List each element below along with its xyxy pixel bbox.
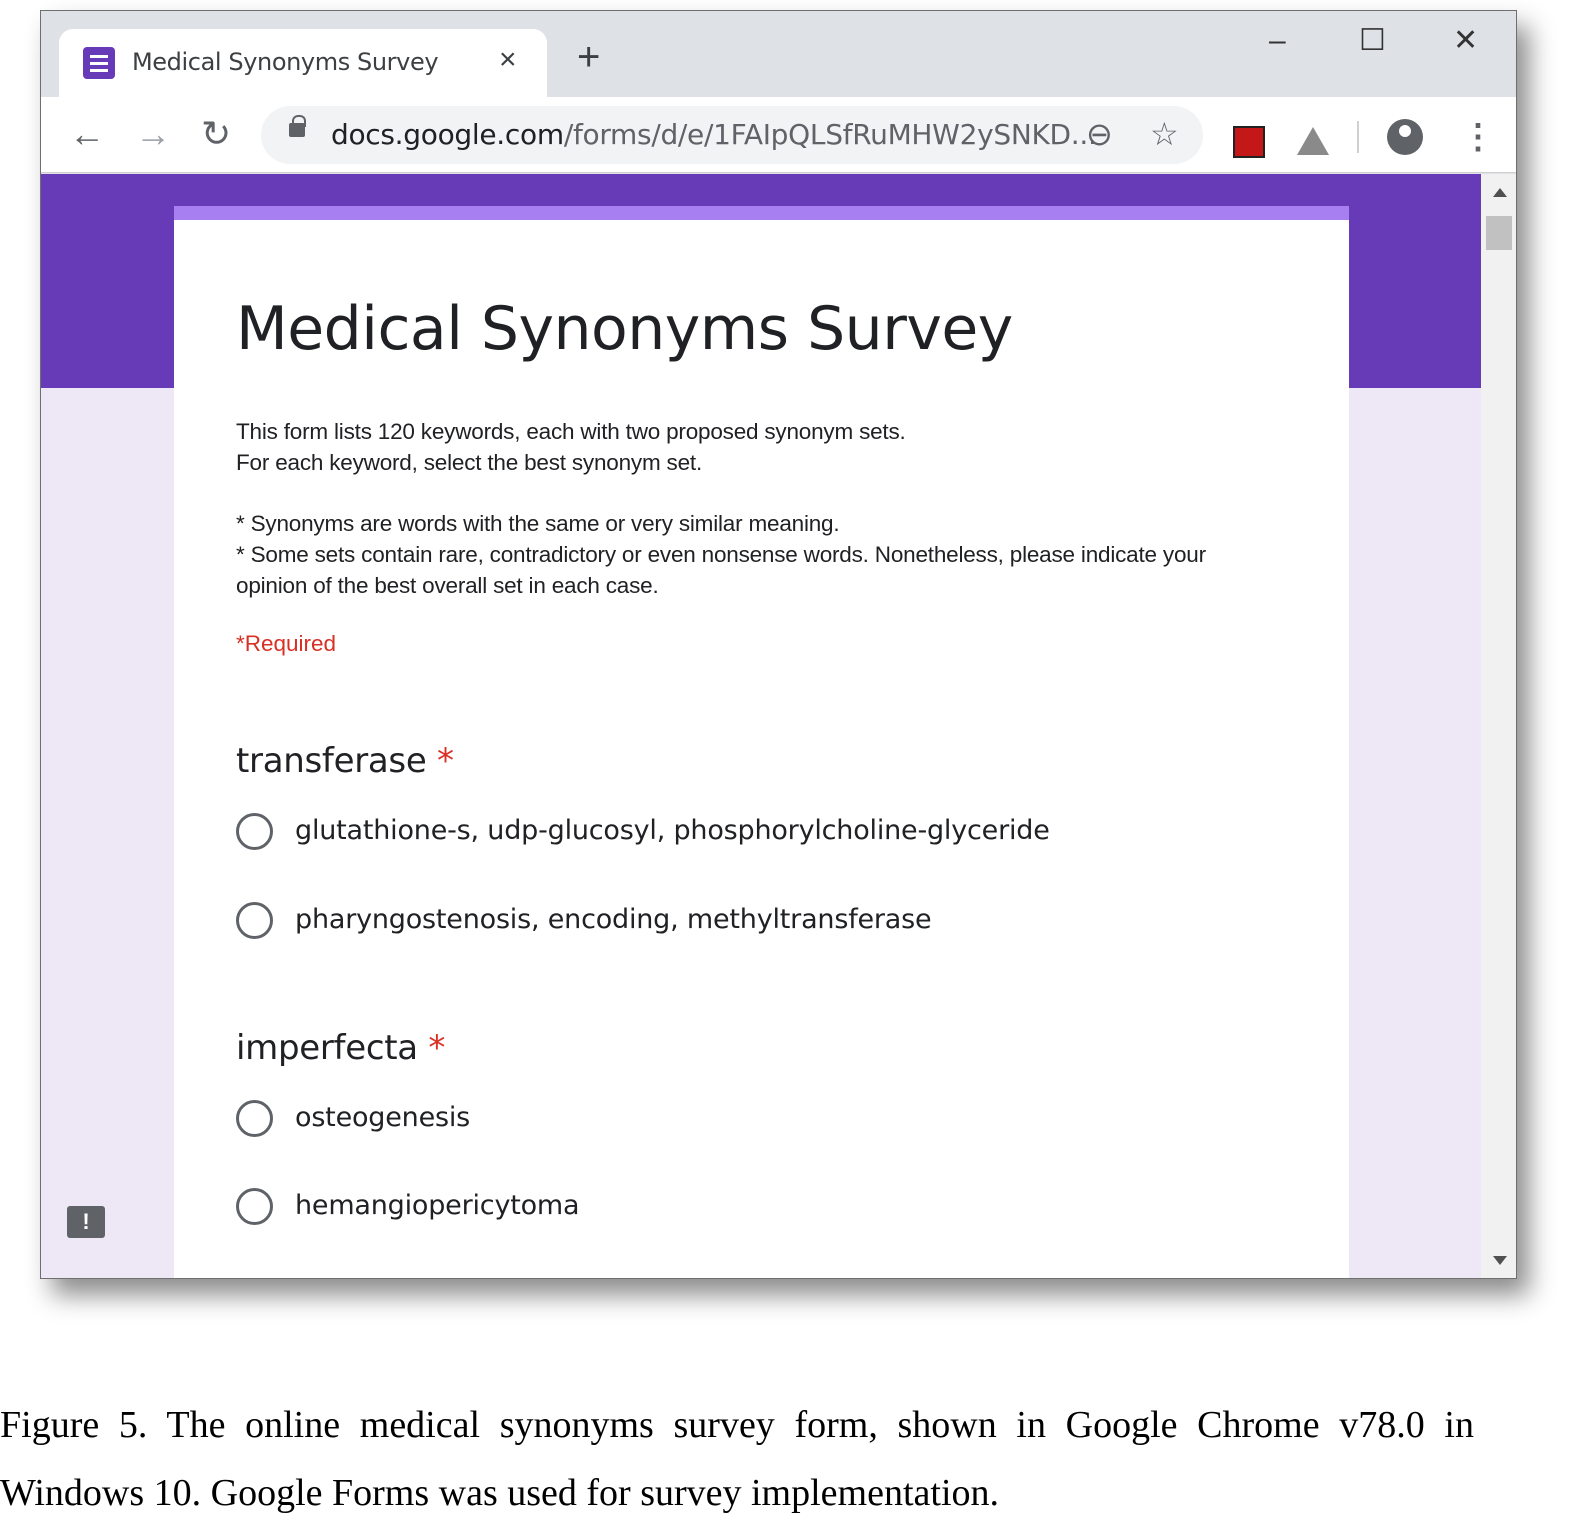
question-title: imperfecta * — [236, 1028, 446, 1068]
new-tab-button[interactable]: + — [577, 37, 600, 77]
browser-menu-icon[interactable]: ⋮ — [1461, 117, 1495, 157]
browser-toolbar: ← → ↻ docs.google.com/forms/d/e/1FAIpQLS… — [41, 97, 1516, 173]
form-description-line: * Some sets contain rare, contradictory … — [236, 542, 1206, 567]
google-forms-icon — [83, 47, 115, 79]
form-title: Medical Synonyms Survey — [236, 294, 1013, 364]
feedback-icon[interactable]: ! — [67, 1206, 105, 1238]
page-content: Medical Synonyms Survey This form lists … — [41, 174, 1481, 1278]
scrollbar-thumb[interactable] — [1486, 216, 1512, 250]
form-description-line: opinion of the best overall set in each … — [236, 573, 659, 598]
option-label[interactable]: osteogenesis — [295, 1102, 470, 1133]
zoom-icon[interactable]: ⊖ — [1086, 114, 1113, 154]
tab-strip: Medical Synonyms Survey × + – ☐ ✕ — [41, 11, 1516, 99]
scroll-up-arrow-icon[interactable] — [1493, 188, 1507, 197]
tab-medical-synonyms-survey[interactable]: Medical Synonyms Survey × — [59, 29, 547, 99]
radio-button[interactable] — [236, 902, 273, 939]
maximize-button[interactable]: ☐ — [1359, 21, 1386, 61]
drive-extension-icon[interactable] — [1297, 127, 1329, 155]
forward-button[interactable]: → — [135, 114, 171, 154]
url-text[interactable]: docs.google.com/forms/d/e/1FAIpQLSfRuMHW… — [331, 118, 1097, 151]
question-title: transferase * — [236, 741, 454, 781]
radio-button[interactable] — [236, 1188, 273, 1225]
form-description-line: * Synonyms are words with the same or ve… — [236, 511, 840, 536]
minimize-button[interactable]: – — [1269, 21, 1286, 61]
option-label[interactable]: glutathione-s, udp-glucosyl, phosphorylc… — [295, 815, 1050, 846]
pdf-extension-icon[interactable] — [1233, 126, 1265, 158]
profile-avatar-icon[interactable] — [1387, 119, 1423, 155]
close-tab-icon[interactable]: × — [499, 43, 517, 77]
scrollbar[interactable] — [1481, 174, 1516, 1278]
lock-icon — [289, 115, 306, 137]
back-button[interactable]: ← — [69, 114, 105, 154]
radio-button[interactable] — [236, 1100, 273, 1137]
required-star: * — [436, 741, 454, 781]
figure-caption-line: Windows 10. Google Forms was used for su… — [0, 1472, 1000, 1514]
tab-title: Medical Synonyms Survey — [132, 48, 439, 76]
browser-window: Medical Synonyms Survey × + – ☐ ✕ ← → ↻ … — [40, 10, 1517, 1279]
form-card: Medical Synonyms Survey This form lists … — [174, 206, 1349, 1278]
form-description-line: For each keyword, select the best synony… — [236, 450, 703, 475]
reload-button[interactable]: ↻ — [201, 114, 231, 154]
figure-caption-line: Figure 5. The online medical synonyms su… — [0, 1404, 1474, 1446]
form-description-line: This form lists 120 keywords, each with … — [236, 419, 906, 444]
bookmark-star-icon[interactable]: ☆ — [1150, 114, 1179, 154]
address-bar[interactable]: docs.google.com/forms/d/e/1FAIpQLSfRuMHW… — [261, 106, 1203, 164]
required-note: *Required — [236, 631, 337, 656]
option-label[interactable]: pharyngostenosis, encoding, methyltransf… — [295, 904, 932, 935]
close-window-button[interactable]: ✕ — [1453, 21, 1478, 61]
option-label[interactable]: hemangiopericytoma — [295, 1190, 580, 1221]
required-star: * — [428, 1028, 446, 1068]
scroll-down-arrow-icon[interactable] — [1493, 1256, 1507, 1265]
radio-button[interactable] — [236, 813, 273, 850]
toolbar-separator — [1357, 121, 1359, 153]
